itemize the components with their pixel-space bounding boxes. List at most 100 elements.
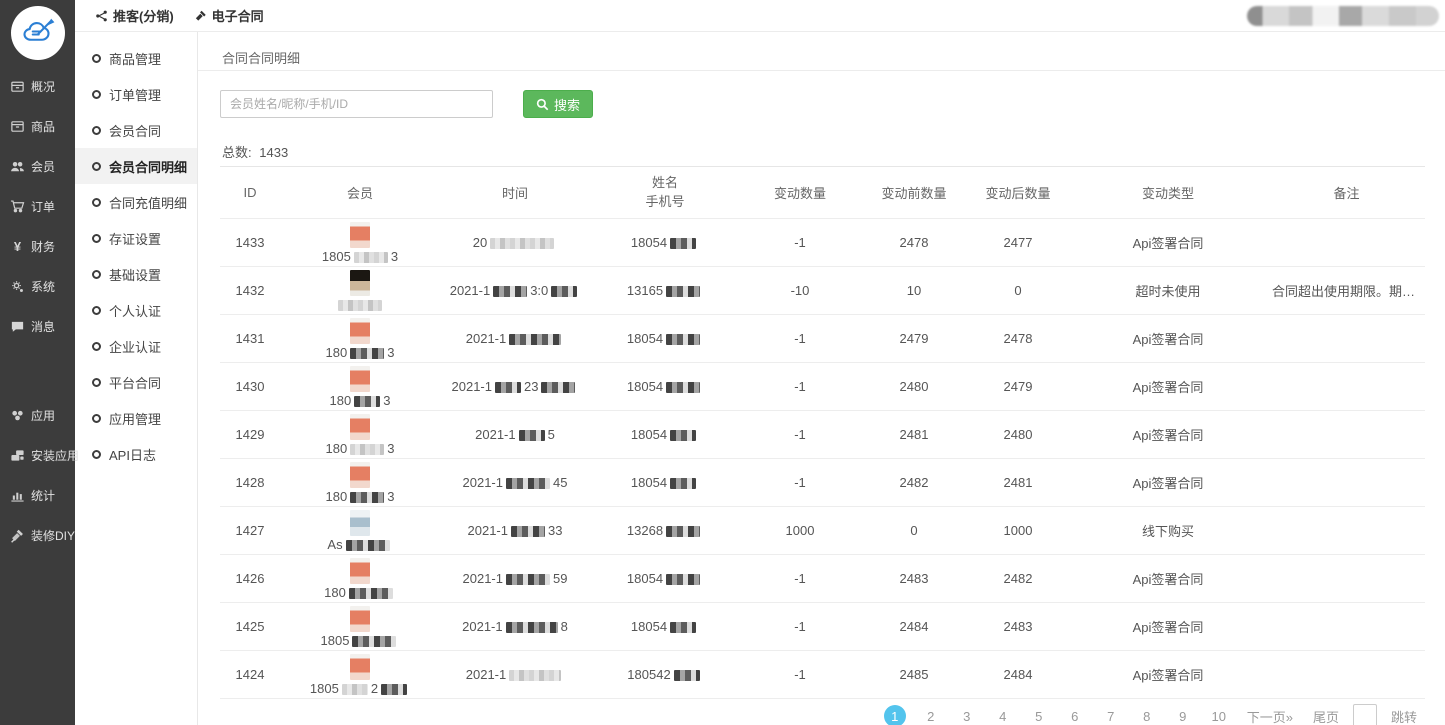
time-text: 20 [473, 235, 487, 250]
sidebar-item-finance[interactable]: ¥ 财务 [0, 226, 75, 266]
sidebar-item-orders[interactable]: 订单 [0, 186, 75, 226]
time-text: 2021-1 [468, 523, 508, 538]
cell-id: 1428 [220, 473, 280, 492]
sidebar-item-overview[interactable]: 概况 [0, 66, 75, 106]
tab-tuike-distribution[interactable]: 推客(分销) [95, 6, 174, 25]
cell-before: 0 [860, 521, 968, 540]
page-button-9[interactable]: 9 [1172, 705, 1194, 725]
redacted-block [666, 334, 700, 345]
jump-button[interactable]: 跳转 [1391, 707, 1417, 725]
tab-electronic-contract[interactable]: 电子合同 [194, 6, 264, 25]
cell-time: 20 [440, 233, 590, 252]
col-header-change: 变动数量 [740, 181, 860, 204]
redacted-block [506, 622, 558, 633]
member-text: 180 [326, 441, 348, 456]
redacted-block [495, 382, 521, 393]
jump-page-input[interactable] [1353, 704, 1377, 725]
cell-type: Api签署合同 [1068, 663, 1268, 686]
submenu-item-basic-settings[interactable]: 基础设置 [75, 256, 197, 292]
sidebar-item-apps[interactable]: 应用 [0, 395, 75, 435]
share-icon [95, 9, 108, 23]
submenu-label: 企业认证 [109, 337, 161, 356]
table-row: 1425 1805 2021-18 18054 -1 2484 2483 Api… [220, 603, 1425, 651]
page-button-6[interactable]: 6 [1064, 705, 1086, 725]
sidebar-item-install-apps[interactable]: 安装应用 [0, 435, 75, 475]
submenu-item-app-management[interactable]: 应用管理 [75, 400, 197, 436]
sidebar-item-messages[interactable]: 消息 [0, 306, 75, 346]
sidebar-item-members[interactable]: 会员 [0, 146, 75, 186]
cell-change: -1 [740, 617, 860, 636]
cell-remark [1268, 481, 1425, 485]
cell-time: 2021-15 [440, 425, 590, 444]
cell-before: 2478 [860, 233, 968, 252]
time-text: 2021-1 [452, 379, 492, 394]
submenu-item-evidence-settings[interactable]: 存证设置 [75, 220, 197, 256]
submenu-item-enterprise-auth[interactable]: 企业认证 [75, 328, 197, 364]
col-header-remark: 备注 [1268, 181, 1425, 204]
submenu-item-member-contract[interactable]: 会员合同 [75, 112, 197, 148]
page-button-1[interactable]: 1 [884, 705, 906, 725]
sidebar-item-products[interactable]: 商品 [0, 106, 75, 146]
submenu-item-member-contract-detail[interactable]: 会员合同明细 [75, 148, 197, 184]
sidebar-item-system[interactable]: 系统 [0, 266, 75, 306]
submenu-item-contract-recharge-detail[interactable]: 合同充值明细 [75, 184, 197, 220]
decorate-diy-icon [10, 528, 25, 543]
page-button-4[interactable]: 4 [992, 705, 1014, 725]
table-row: 1426 180 2021-159 18054 -1 2483 2482 Api… [220, 555, 1425, 603]
install-apps-icon [10, 448, 25, 463]
redacted-block [509, 334, 561, 345]
phone-text: 180542 [627, 667, 670, 682]
time-text: 2021-1 [450, 283, 490, 298]
submenu-item-api-log[interactable]: API日志 [75, 436, 197, 472]
app-logo[interactable] [0, 0, 75, 66]
cell-after: 2483 [968, 617, 1068, 636]
redacted-block [670, 238, 696, 249]
time-text: 59 [553, 571, 567, 586]
search-button-label: 搜索 [554, 95, 580, 114]
page-button-5[interactable]: 5 [1028, 705, 1050, 725]
submenu-item-platform-contract[interactable]: 平台合同 [75, 364, 197, 400]
orders-icon [10, 199, 25, 214]
submenu-label: 个人认证 [109, 301, 161, 320]
page-button-10[interactable]: 10 [1208, 705, 1230, 725]
cell-id: 1432 [220, 281, 280, 300]
search-button[interactable]: 搜索 [523, 90, 593, 118]
page-button-7[interactable]: 7 [1100, 705, 1122, 725]
page-button-8[interactable]: 8 [1136, 705, 1158, 725]
submenu-item-order-management[interactable]: 订单管理 [75, 76, 197, 112]
sidebar-item-decorate-diy[interactable]: 装修DIY [0, 515, 75, 555]
next-page-button[interactable]: 下一页» [1247, 707, 1293, 725]
table-row: 1429 1803 2021-15 18054 -1 2481 2480 Api… [220, 411, 1425, 459]
cell-change: -1 [740, 665, 860, 684]
redacted-block [338, 300, 382, 311]
cell-member: 1803 [280, 364, 440, 410]
cell-member: 1803 [280, 316, 440, 362]
redacted-block [666, 526, 700, 537]
member-text: 2 [371, 681, 378, 696]
user-account-redacted[interactable] [1247, 6, 1439, 26]
table-row: 1433 18053 20 18054 -1 2478 2477 Api签署合同 [220, 219, 1425, 267]
member-text: 180 [330, 393, 352, 408]
bullet-icon [92, 126, 101, 135]
cell-phone: 18054 [590, 233, 740, 252]
member-avatar [350, 558, 370, 584]
search-input[interactable] [220, 90, 493, 118]
redacted-block [506, 574, 550, 585]
member-text: 1805 [322, 249, 351, 264]
submenu-item-personal-auth[interactable]: 个人认证 [75, 292, 197, 328]
page-button-2[interactable]: 2 [920, 705, 942, 725]
cell-type: 超时未使用 [1068, 279, 1268, 302]
submenu-label: 商品管理 [109, 49, 161, 68]
contract-detail-table: ID 会员 时间 姓名 手机号 变动数量 变动前数量 变动后数量 变动类型 备注… [220, 166, 1425, 699]
cell-after: 1000 [968, 521, 1068, 540]
page-button-3[interactable]: 3 [956, 705, 978, 725]
sidebar-item-statistics[interactable]: 统计 [0, 475, 75, 515]
member-text: 1805 [310, 681, 339, 696]
tab-label: 推客(分销) [113, 6, 174, 25]
cell-id: 1427 [220, 521, 280, 540]
redacted-block [342, 684, 368, 695]
submenu-item-product-management[interactable]: 商品管理 [75, 40, 197, 76]
bullet-icon [92, 90, 101, 99]
redacted-block [350, 348, 384, 359]
last-page-button[interactable]: 尾页 [1313, 707, 1339, 725]
